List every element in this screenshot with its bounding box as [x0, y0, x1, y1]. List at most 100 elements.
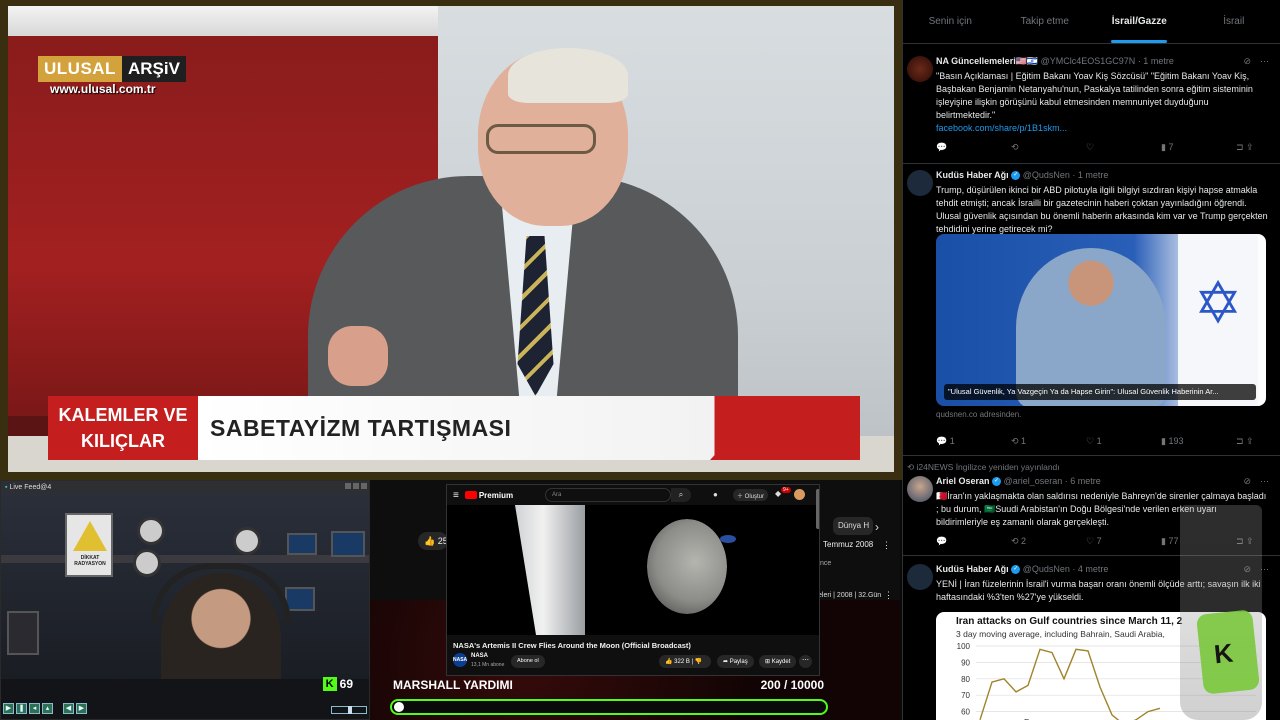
- avatar[interactable]: [794, 489, 805, 500]
- wall-badge-icon: [233, 527, 261, 555]
- repost-icon[interactable]: ⟲: [1011, 142, 1041, 153]
- author-handle[interactable]: @ariel_oseran: [1004, 476, 1063, 486]
- repost-icon[interactable]: ⟲ 1: [1011, 436, 1041, 447]
- play-icon[interactable]: ▶: [3, 703, 14, 714]
- tweet-image[interactable]: ✡ "Ulusal Güvenlik, Ya Vazgeçin Ya da Ha…: [936, 234, 1266, 406]
- headset: [151, 563, 291, 623]
- tweet-time[interactable]: · 1 metre: [1138, 56, 1174, 66]
- more-options-icon[interactable]: ⋯: [799, 655, 812, 668]
- speaker-hair: [508, 48, 628, 103]
- background-like-button[interactable]: 👍 25: [418, 532, 448, 550]
- author-handle[interactable]: @YMClc4EOS1GC97N: [1041, 56, 1136, 66]
- subscribe-button[interactable]: Abone ol: [511, 655, 545, 668]
- volume-icon[interactable]: ◂: [29, 703, 40, 714]
- twitter-tabs: Senin için Takip etme İsrail/Gazze İsrai…: [903, 0, 1280, 44]
- hamburger-menu-icon[interactable]: ≡: [453, 490, 459, 501]
- create-button[interactable]: ＋ Oluştur: [733, 489, 769, 501]
- tv-broadcast-video[interactable]: ULUSAL ARŞiV www.ulusal.com.tr KALEMLER …: [0, 0, 902, 480]
- webcam-title: Live Feed@4: [9, 483, 52, 491]
- youtube-play-icon: [464, 491, 477, 499]
- chevron-right-icon[interactable]: ›: [875, 520, 879, 534]
- more-options-icon[interactable]: ⋯: [1260, 56, 1269, 67]
- tweet-header: Kudüs Haber Ağı ✓ @QudsNen · 1 metre: [936, 170, 1108, 181]
- kick-mascot-icon: K: [1195, 609, 1261, 695]
- views-icon[interactable]: ▮ 193: [1161, 436, 1191, 447]
- settings-icon[interactable]: ▴: [42, 703, 53, 714]
- save-button[interactable]: ⊞ Kaydet: [759, 655, 797, 668]
- author-handle[interactable]: @QudsNen: [1023, 564, 1070, 574]
- pause-icon[interactable]: ❚: [16, 703, 27, 714]
- avatar[interactable]: [907, 476, 933, 502]
- avatar[interactable]: [907, 56, 933, 82]
- like-button[interactable]: 👍 322 B | 👎: [659, 655, 711, 668]
- grok-icon[interactable]: ⊘: [1243, 476, 1251, 487]
- bookmark-icon[interactable]: ⊐ ⇪: [1236, 142, 1266, 153]
- tweet-link[interactable]: facebook.com/share/p/1B1skm...: [936, 123, 1067, 133]
- tweet-actions: 💬 1 ⟲ 1 ♡ 1 ▮ 193 ⊐ ⇪: [936, 436, 1266, 447]
- tweet-text: "Basın Açıklaması | Eğitim Bakanı Yoav K…: [936, 70, 1270, 135]
- skip-forward-icon[interactable]: ▶: [76, 703, 87, 714]
- tab-israel-gaza[interactable]: İsrail/Gazze: [1092, 0, 1187, 43]
- volume-slider[interactable]: [331, 706, 367, 714]
- views-icon[interactable]: ▮ 7: [1161, 142, 1191, 153]
- like-icon[interactable]: ♡: [1086, 142, 1116, 153]
- like-icon[interactable]: ♡ 7: [1086, 536, 1116, 547]
- volume-slider-handle[interactable]: [348, 706, 352, 714]
- reply-icon[interactable]: 💬: [936, 142, 966, 153]
- youtube-logo[interactable]: Premium: [464, 491, 513, 500]
- youtube-search-input[interactable]: Ara: [545, 488, 671, 502]
- tweet-time[interactable]: · 1 metre: [1072, 170, 1108, 180]
- author-name[interactable]: NA Güncellemeleri🇺🇸🇮🇱: [936, 56, 1038, 66]
- youtube-video-player[interactable]: [447, 505, 819, 635]
- room-speaker: [7, 611, 39, 655]
- share-button[interactable]: ➦ Paylaş: [717, 655, 754, 668]
- avatar[interactable]: [907, 564, 933, 590]
- channel-name[interactable]: NASA: [471, 653, 488, 659]
- image-caption: "Ulusal Güvenlik, Ya Vazgeçin Ya da Haps…: [944, 384, 1256, 400]
- link-source[interactable]: qudsnen.co adresinden.: [936, 410, 1021, 419]
- tweet[interactable]: Kudüs Haber Ağı ✓ @QudsNen · 1 metre Tru…: [903, 164, 1280, 456]
- reply-icon[interactable]: 💬 1: [936, 436, 966, 447]
- channel-avatar[interactable]: NASA: [453, 653, 467, 667]
- microphone-icon[interactable]: ●: [713, 490, 718, 499]
- search-icon[interactable]: ⌕: [671, 488, 691, 502]
- subscriber-count: 13,1 Mn abone: [471, 662, 505, 668]
- avatar[interactable]: [907, 170, 933, 196]
- donation-goal-knob: [394, 702, 404, 712]
- youtube-window[interactable]: ≡ Premium Ara ⌕ ● ＋ Oluştur ◆ 9+ NASA's …: [446, 484, 820, 676]
- scrollbar[interactable]: [816, 489, 819, 529]
- tweet-time[interactable]: · 6 metre: [1065, 476, 1101, 486]
- like-icon[interactable]: ♡ 1: [1086, 436, 1116, 447]
- author-name[interactable]: Ariel Oseran: [936, 476, 990, 486]
- tab-israel[interactable]: İsrail: [1187, 0, 1280, 43]
- author-name[interactable]: Kudüs Haber Ağı: [936, 564, 1009, 574]
- tab-for-you[interactable]: Senin için: [903, 0, 998, 43]
- tab-following[interactable]: Takip etme: [998, 0, 1093, 43]
- more-options-icon[interactable]: ⋮: [882, 540, 891, 551]
- skip-back-icon[interactable]: ◀: [63, 703, 74, 714]
- webcam-feed[interactable]: ▪ Live Feed@4 DİKKAT RADYASYON K 69 ▶ ❚ …: [0, 480, 370, 720]
- more-options-icon[interactable]: ⋮: [884, 590, 893, 601]
- window-buttons[interactable]: [343, 483, 367, 491]
- room-monitor: [285, 587, 315, 611]
- repost-icon[interactable]: ⟲ 2: [1011, 536, 1041, 547]
- grok-icon[interactable]: ⊘: [1243, 56, 1251, 67]
- tweet[interactable]: NA Güncellemeleri🇺🇸🇮🇱 @YMClc4EOS1GC97N ·…: [903, 44, 1280, 164]
- program-name-line1: KALEMLER VE: [58, 405, 188, 425]
- radiation-warning-icon: [73, 521, 107, 551]
- author-name[interactable]: Kudüs Haber Ağı: [936, 170, 1009, 180]
- author-handle[interactable]: @QudsNen: [1023, 170, 1070, 180]
- chart-y-tick-label: 80: [961, 675, 970, 684]
- video-title: NASA's Artemis II Crew Flies Around the …: [453, 641, 691, 650]
- bookmark-icon[interactable]: ⊐ ⇪: [1236, 436, 1266, 447]
- chart-series-line: [979, 648, 1161, 720]
- program-name-line2: KILIÇLAR: [81, 431, 165, 451]
- reply-icon[interactable]: 💬: [936, 536, 966, 547]
- headline-box: SABETAYİZM TARTIŞMASI: [198, 396, 860, 460]
- program-name: KALEMLER VE KILIÇLAR: [48, 396, 198, 460]
- background-chip[interactable]: Dünya H: [833, 517, 873, 535]
- more-options-icon[interactable]: ⋯: [1260, 476, 1269, 487]
- tweet-time[interactable]: · 4 metre: [1072, 564, 1108, 574]
- verified-badge-icon: ✓: [1011, 171, 1021, 181]
- donation-goal-label: MARSHALL YARDIMI: [393, 678, 513, 692]
